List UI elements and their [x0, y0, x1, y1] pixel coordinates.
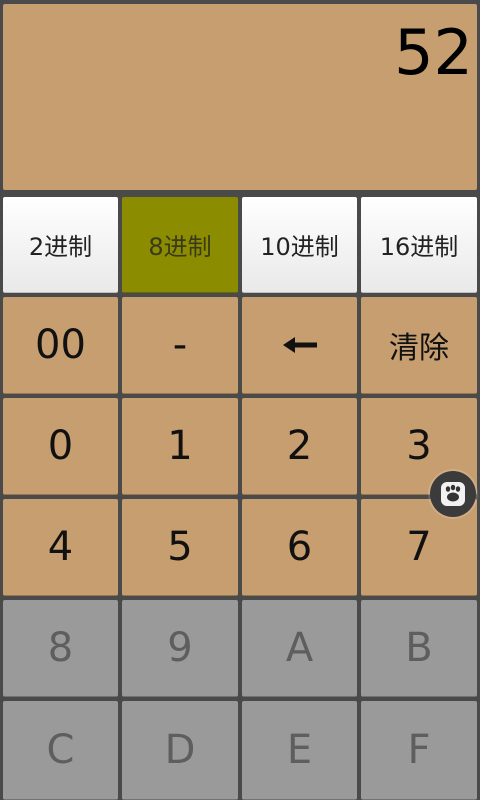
hex-b-key[interactable]: B: [361, 600, 477, 697]
result-value: 52: [394, 16, 473, 89]
backspace-key[interactable]: [242, 297, 357, 394]
floating-assistant-button[interactable]: [430, 471, 476, 517]
base-8-button[interactable]: 8进制: [122, 197, 238, 293]
hex-e-key[interactable]: E: [242, 701, 357, 800]
hex-f-key[interactable]: F: [361, 701, 477, 800]
paw-icon: [441, 482, 465, 506]
digit-1-key[interactable]: 1: [122, 398, 238, 495]
hex-d-key[interactable]: D: [122, 701, 238, 800]
digit-0-key[interactable]: 0: [3, 398, 118, 495]
clear-key[interactable]: 清除: [361, 297, 477, 394]
digit-4-key[interactable]: 4: [3, 499, 118, 596]
double-zero-key[interactable]: 00: [3, 297, 118, 394]
backspace-arrow-icon: [282, 337, 317, 353]
digit-6-key[interactable]: 6: [242, 499, 357, 596]
base-10-button[interactable]: 10进制: [242, 197, 357, 293]
hex-c-key[interactable]: C: [3, 701, 118, 800]
base-2-button[interactable]: 2进制: [3, 197, 118, 293]
calculator-app: 52 2进制 8进制 10进制 16进制 00 - 清除 0 1 2 3 4 5…: [0, 0, 480, 800]
digit-9-key[interactable]: 9: [122, 600, 238, 697]
base-16-button[interactable]: 16进制: [361, 197, 477, 293]
digit-2-key[interactable]: 2: [242, 398, 357, 495]
minus-key[interactable]: -: [122, 297, 238, 394]
digit-5-key[interactable]: 5: [122, 499, 238, 596]
result-display: 52: [3, 4, 477, 190]
digit-8-key[interactable]: 8: [3, 600, 118, 697]
hex-a-key[interactable]: A: [242, 600, 357, 697]
